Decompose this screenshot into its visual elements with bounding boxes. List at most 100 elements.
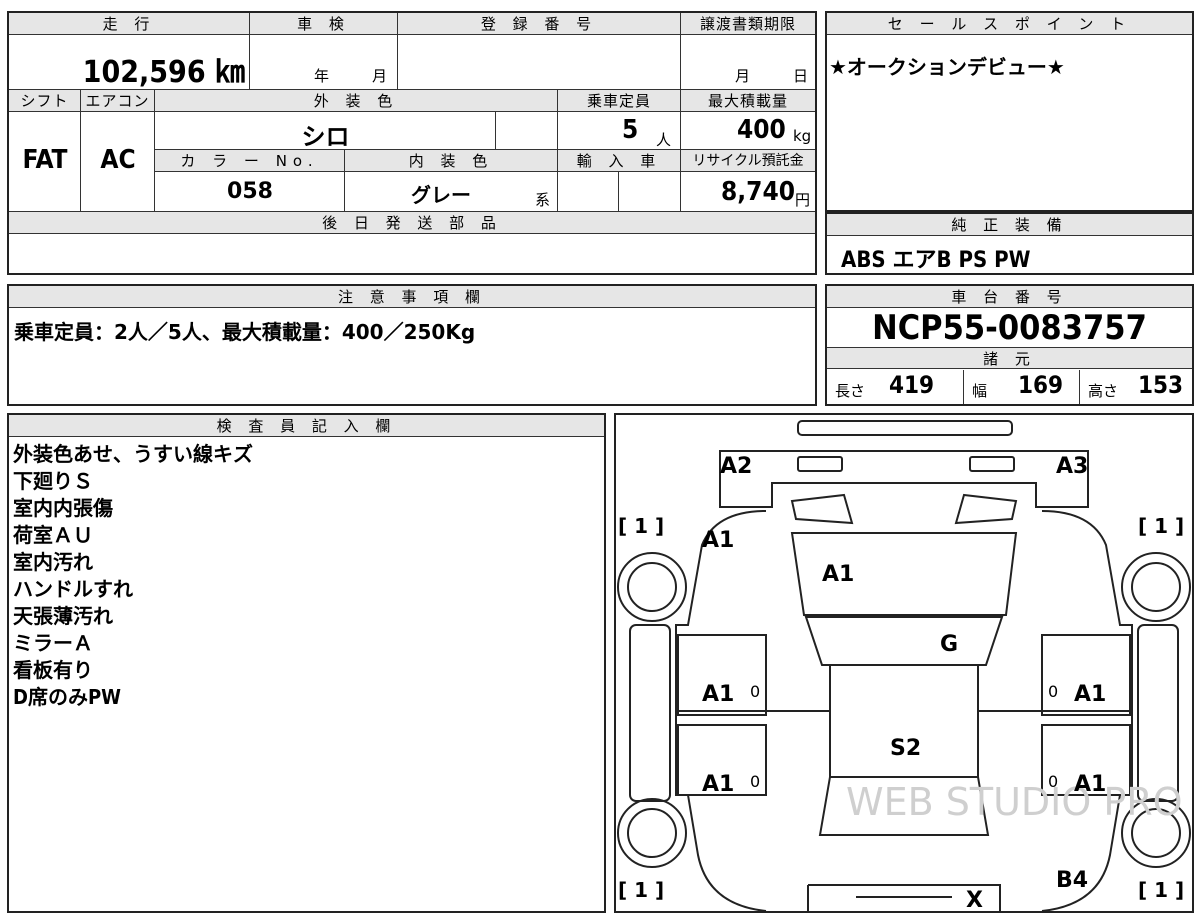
inspector-line: 外装色あせ、うすい線キズ <box>13 442 253 466</box>
length-value: 419 <box>889 371 935 399</box>
door-marker: 0 <box>750 682 760 701</box>
headlight-right <box>969 456 1015 472</box>
shift-header: シフト <box>9 90 81 112</box>
mark-rear-right-door: A1 <box>1074 772 1106 797</box>
tire-label-front-right: [ 1 ] <box>1138 514 1184 538</box>
transfer-deadline-header: 譲渡書類期限 <box>681 13 815 35</box>
inspector-line: 下廻りＳ <box>13 469 93 493</box>
front-left-tire-inner <box>627 562 677 612</box>
shaken-cell: 年 月 <box>250 35 398 90</box>
width-value: 169 <box>1018 371 1064 399</box>
grille-right <box>954 493 1018 525</box>
left-side-panel <box>629 624 671 802</box>
tire-label-rear-right: [ 1 ] <box>1138 878 1184 902</box>
grille-left <box>790 493 854 525</box>
exterior-color-cell: シロ <box>155 112 496 151</box>
color-no-cell: 058 <box>155 172 345 212</box>
color-no-header: カ ラ ー No. <box>155 150 345 172</box>
capacity-value: 5 <box>622 115 639 145</box>
chassis-box: 車 台 番 号 NCP55-0083757 諸 元 長さ 419 幅 169 高… <box>825 284 1194 406</box>
interior-color-cell: グレー 系 <box>345 172 558 212</box>
interior-color-value: グレー <box>411 183 471 207</box>
car-diagram: WEB STUDIO PRO A2 A3 A1 A1 G A1 A1 S2 A1… <box>617 420 1191 911</box>
recycle-fee-unit: 円 <box>795 191 811 209</box>
later-parts-cell <box>9 234 815 273</box>
inspector-line: D席のみPW <box>13 685 121 709</box>
capacity-header: 乗車定員 <box>558 90 681 112</box>
import-cell-b <box>619 172 681 212</box>
exterior-color-header: 外 装 色 <box>155 90 558 112</box>
width-cell: 幅 169 <box>964 370 1080 404</box>
dimensions-header: 諸 元 <box>827 347 1192 369</box>
import-header: 輸 入 車 <box>558 150 681 172</box>
inspector-line: ミラーＡ <box>13 631 93 655</box>
recycle-fee-value: 8,740 <box>721 177 795 207</box>
headlight-left <box>797 456 843 472</box>
vehicle-info-table: 走 行 車 検 登 録 番 号 譲渡書類期限 102,596 ㎞ 年 月 月 日… <box>7 11 817 275</box>
height-cell: 高さ 153 <box>1080 370 1192 404</box>
inspector-line: 荷室ＡＵ <box>13 523 93 547</box>
mark-front-left-door: A1 <box>702 682 734 707</box>
transfer-day-unit: 日 <box>793 67 809 85</box>
shift-cell: FAT <box>9 112 81 212</box>
chassis-number: NCP55-0083757 <box>872 308 1147 348</box>
interior-color-unit: 系 <box>535 191 551 209</box>
damage-diagram-box: WEB STUDIO PRO A2 A3 A1 A1 G A1 A1 S2 A1… <box>614 413 1194 913</box>
transfer-deadline-cell: 月 日 <box>681 35 815 90</box>
mark-rear-left-door: A1 <box>702 772 734 797</box>
color-no-value: 058 <box>227 179 273 204</box>
door-marker: 0 <box>1048 682 1058 701</box>
mileage-value: 102,596 ㎞ <box>82 55 245 90</box>
right-side-panel <box>1137 624 1179 802</box>
inspector-box: 検 査 員 記 入 欄 外装色あせ、うすい線キズ 下廻りＳ 室内内張傷 荷室ＡＵ… <box>7 413 606 913</box>
front-bumper-strip <box>797 420 1013 436</box>
later-parts-header: 後 日 発 送 部 品 <box>9 212 815 234</box>
max-load-header: 最大積載量 <box>681 90 815 112</box>
inspector-line: 室内汚れ <box>13 550 93 574</box>
mark-front-left-fender: A1 <box>702 528 734 553</box>
exterior-color-sub-cell <box>496 112 558 150</box>
diagram-watermark: WEB STUDIO PRO <box>846 780 1183 824</box>
door-marker: 0 <box>750 772 760 791</box>
inspector-lines: 外装色あせ、うすい線キズ 下廻りＳ 室内内張傷 荷室ＡＵ 室内汚れ ハンドルすれ… <box>13 441 253 711</box>
length-label: 長さ <box>835 382 866 400</box>
chassis-header: 車 台 番 号 <box>827 286 1192 308</box>
capacity-unit: 人 <box>656 131 672 149</box>
shaken-year-unit: 年 <box>314 67 330 85</box>
inspector-line: 室内内張傷 <box>13 496 113 520</box>
mark-front-right-door: A1 <box>1074 682 1106 707</box>
equipment-text: ABS エアB PS PW <box>841 248 1031 273</box>
length-cell: 長さ 419 <box>827 370 964 404</box>
recycle-fee-cell: 8,740 円 <box>681 172 815 212</box>
ac-cell: AC <box>81 112 155 212</box>
max-load-value: 400 <box>737 115 786 145</box>
mark-rear-right-quarter: B4 <box>1056 868 1088 893</box>
shaken-header: 車 検 <box>250 13 398 35</box>
inspector-header: 検 査 員 記 入 欄 <box>9 415 604 437</box>
front-right-tire-inner <box>1131 562 1181 612</box>
mileage-cell: 102,596 ㎞ <box>9 35 250 90</box>
notes-header: 注 意 事 項 欄 <box>9 286 815 308</box>
front-outline <box>719 450 1089 508</box>
ac-value: AC <box>100 145 136 175</box>
transfer-month-unit: 月 <box>735 67 751 85</box>
exterior-color-value: シロ <box>301 123 350 151</box>
equipment-box: 純 正 装 備 ABS エアB PS PW <box>825 212 1194 275</box>
registration-header: 登 録 番 号 <box>398 13 681 35</box>
height-label: 高さ <box>1088 382 1119 400</box>
notes-box: 注 意 事 項 欄 乗車定員：2人／5人、最大積載量：400／250Kg <box>7 284 817 406</box>
mark-roof: S2 <box>890 736 921 761</box>
sales-point-box: セ ー ル ス ポ イ ン ト ★オークションデビュー★ <box>825 11 1194 212</box>
shaken-month-unit: 月 <box>372 67 388 85</box>
tire-label-front-left: [ 1 ] <box>618 514 664 538</box>
max-load-cell: 400 kg <box>681 112 815 150</box>
tire-label-rear-left: [ 1 ] <box>618 878 664 902</box>
max-load-unit: kg <box>793 127 812 145</box>
mark-hood: A1 <box>822 562 854 587</box>
door-marker: 0 <box>1048 772 1058 791</box>
width-label: 幅 <box>972 382 988 400</box>
import-cell-a <box>558 172 619 212</box>
windshield-outline <box>804 616 1004 666</box>
interior-color-header: 内 装 色 <box>345 150 558 172</box>
notes-text: 乗車定員：2人／5人、最大積載量：400／250Kg <box>14 320 476 344</box>
